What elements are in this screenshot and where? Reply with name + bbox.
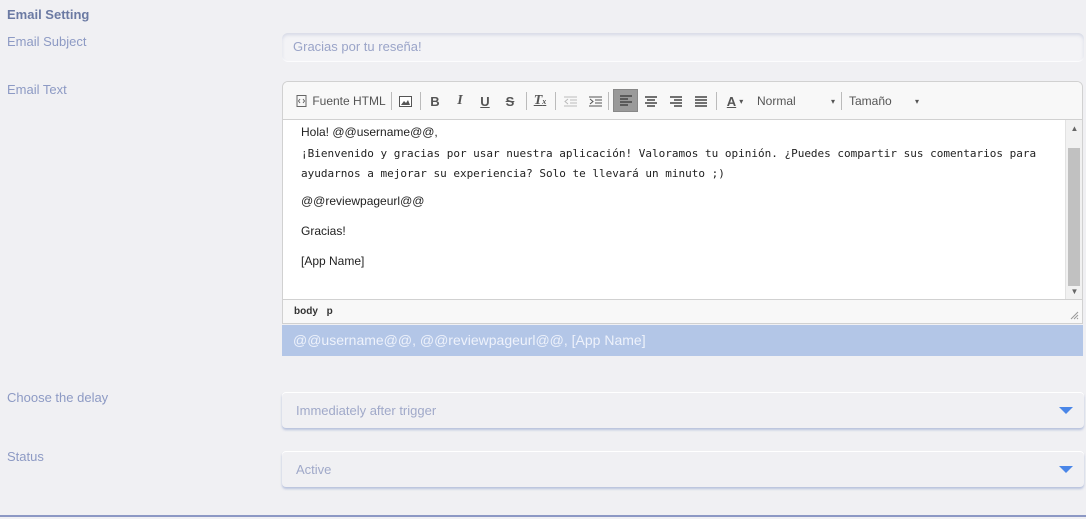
outdent-icon[interactable] bbox=[562, 91, 578, 111]
body-paragraph: ¡Bienvenido y gracias por usar nuestra a… bbox=[301, 147, 1037, 180]
divider bbox=[0, 515, 1086, 517]
indent-icon[interactable] bbox=[587, 91, 603, 111]
chevron-down-icon: ▾ bbox=[830, 96, 835, 106]
text-color-button[interactable]: A ▾ bbox=[722, 91, 748, 111]
editor-toolbar: Fuente HTML B I U S Tx A ▾ Normal ▾ Tama… bbox=[283, 82, 1082, 120]
status-select-value: Active bbox=[296, 462, 332, 477]
html-source-icon bbox=[296, 95, 307, 107]
greeting-line: Hola! @@username@@, bbox=[301, 125, 438, 139]
strikethrough-icon[interactable]: S bbox=[503, 91, 517, 111]
image-button[interactable] bbox=[397, 91, 413, 111]
element-path: body p bbox=[283, 299, 1082, 323]
source-button[interactable]: Fuente HTML bbox=[295, 91, 387, 111]
path-item-p[interactable]: p bbox=[327, 306, 333, 317]
align-justify-icon[interactable] bbox=[693, 91, 709, 111]
chevron-down-icon bbox=[1059, 407, 1073, 414]
underline-icon[interactable]: U bbox=[478, 91, 492, 111]
align-center-icon[interactable] bbox=[643, 91, 659, 111]
editor-scrollbar[interactable]: ▲ ▼ bbox=[1065, 120, 1082, 300]
bold-icon[interactable]: B bbox=[428, 91, 442, 111]
align-right-icon[interactable] bbox=[668, 91, 684, 111]
format-select[interactable]: Normal ▾ bbox=[757, 91, 837, 111]
editor-content[interactable]: Hola! @@username@@, ¡Bienvenido y gracia… bbox=[283, 120, 1066, 300]
remove-format-icon[interactable]: Tx bbox=[532, 91, 548, 111]
chevron-down-icon: ▾ bbox=[739, 96, 744, 106]
placeholders-hint: @@username@@, @@reviewpageurl@@, [App Na… bbox=[282, 325, 1083, 356]
resize-handle-icon[interactable] bbox=[1069, 310, 1079, 320]
delay-select[interactable]: Immediately after trigger bbox=[282, 392, 1084, 428]
size-select-label: Tamaño bbox=[849, 94, 892, 108]
rich-text-editor[interactable]: Fuente HTML B I U S Tx A ▾ Normal ▾ Tama… bbox=[282, 81, 1083, 324]
scroll-thumb[interactable] bbox=[1068, 148, 1080, 286]
align-left-icon[interactable] bbox=[613, 89, 638, 112]
chevron-down-icon bbox=[1059, 466, 1073, 473]
delay-select-value: Immediately after trigger bbox=[296, 403, 437, 418]
thanks-line: Gracias! bbox=[301, 224, 346, 238]
section-title: Email Setting bbox=[7, 7, 90, 22]
chevron-down-icon: ▾ bbox=[914, 96, 919, 106]
format-select-label: Normal bbox=[757, 94, 796, 108]
text-color-icon: A bbox=[726, 93, 737, 109]
delay-label: Choose the delay bbox=[7, 390, 109, 405]
email-text-label: Email Text bbox=[7, 82, 67, 97]
email-subject-input[interactable]: Gracias por tu reseña! bbox=[282, 33, 1084, 62]
app-name-line: [App Name] bbox=[301, 254, 365, 268]
path-item-body[interactable]: body bbox=[294, 306, 318, 317]
scroll-up-icon[interactable]: ▲ bbox=[1066, 120, 1082, 137]
review-url-placeholder: @@reviewpageurl@@ bbox=[301, 194, 425, 208]
image-icon bbox=[398, 95, 412, 107]
italic-icon[interactable]: I bbox=[453, 91, 467, 111]
size-select[interactable]: Tamaño ▾ bbox=[849, 91, 921, 111]
status-label: Status bbox=[7, 449, 44, 464]
email-subject-label: Email Subject bbox=[7, 34, 87, 49]
scroll-down-icon[interactable]: ▼ bbox=[1066, 283, 1082, 300]
status-select[interactable]: Active bbox=[282, 451, 1084, 487]
source-button-label: Fuente HTML bbox=[312, 94, 386, 108]
